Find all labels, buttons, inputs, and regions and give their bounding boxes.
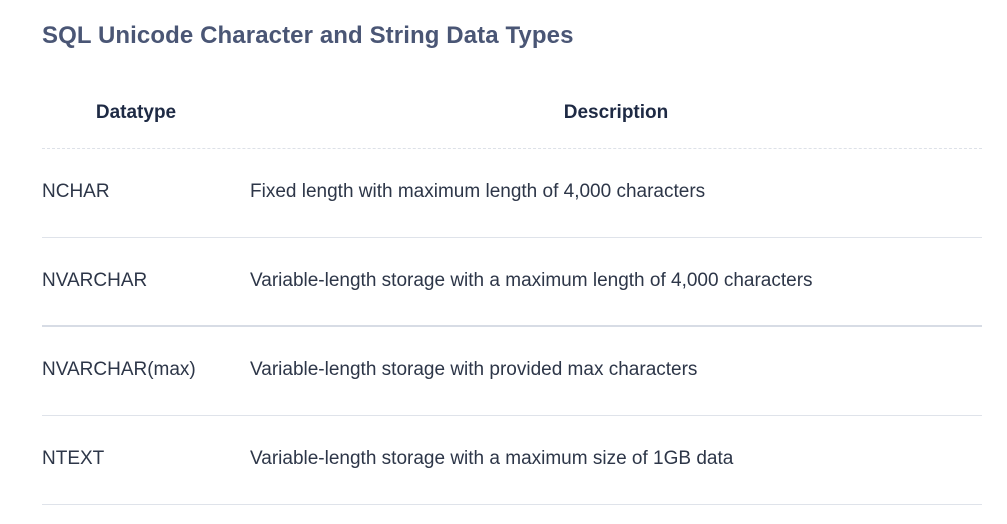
datatype-cell: NVARCHAR [42,270,148,291]
description-cell: Variable-length storage with a maximum l… [250,270,813,291]
datatype-cell: NTEXT [42,448,105,469]
header-description: Description [563,102,669,123]
description-cell: Variable-length storage with provided ma… [250,359,698,380]
datatype-cell: NCHAR [42,181,110,202]
datatype-cell: NVARCHAR(max) [42,359,196,380]
description-cell: Fixed length with maximum length of 4,00… [250,181,706,202]
table-row: NTEXT Variable-length storage with a max… [42,416,982,505]
table-row: NVARCHAR(max) Variable-length storage wi… [42,327,982,416]
page-title: SQL Unicode Character and String Data Ty… [42,22,574,49]
description-cell: Variable-length storage with a maximum s… [250,448,734,469]
page: SQL Unicode Character and String Data Ty… [0,0,1007,524]
header-datatype: Datatype [95,102,177,123]
table-header-row: Datatype Description [42,86,982,149]
data-types-table: Datatype Description NCHAR Fixed length … [42,86,982,505]
table-row: NVARCHAR Variable-length storage with a … [42,238,982,327]
table-row: NCHAR Fixed length with maximum length o… [42,149,982,238]
